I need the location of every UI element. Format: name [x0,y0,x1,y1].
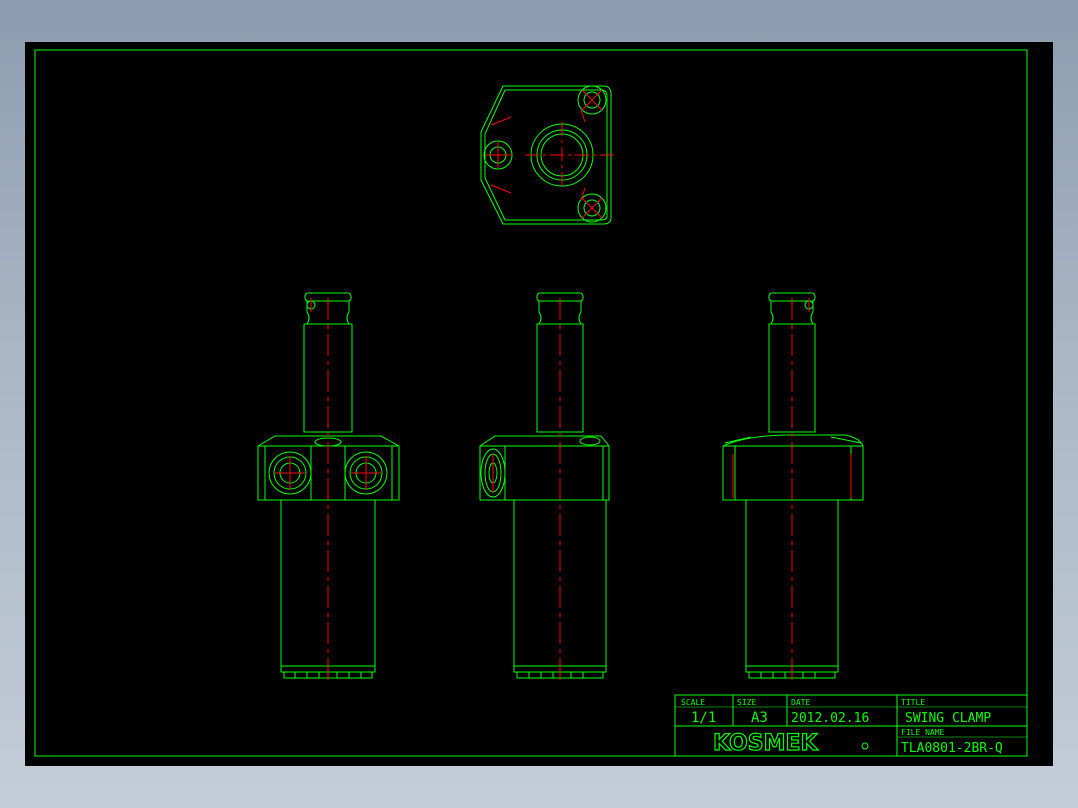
registered-mark-icon [861,742,869,750]
size-value: A3 [751,710,768,726]
front-view-left [257,292,400,682]
file-name-value: TLA0801-2BR-Q [901,741,1003,756]
top-view-centerlines [485,89,615,219]
cad-viewport[interactable]: SCALE 1/1 SIZE A3 DATE 2012.02.16 TITLE … [25,42,1053,766]
scale-label: SCALE [681,698,705,707]
scale-value: 1/1 [691,710,716,726]
date-label: DATE [791,698,810,707]
front-view-center [479,292,610,682]
title-block-text: SCALE 1/1 SIZE A3 DATE 2012.02.16 TITLE … [681,698,1003,757]
date-value: 2012.02.16 [791,711,869,726]
file-name-label: FILE NAME [901,728,945,737]
size-label: SIZE [737,698,756,707]
top-view [480,85,615,225]
cad-drawing: SCALE 1/1 SIZE A3 DATE 2012.02.16 TITLE … [34,49,1028,757]
front-view-right [722,292,864,682]
kosmek-logo: KOSMEK [713,731,819,756]
title-value: SWING CLAMP [905,711,991,726]
title-label: TITLE [901,698,925,707]
